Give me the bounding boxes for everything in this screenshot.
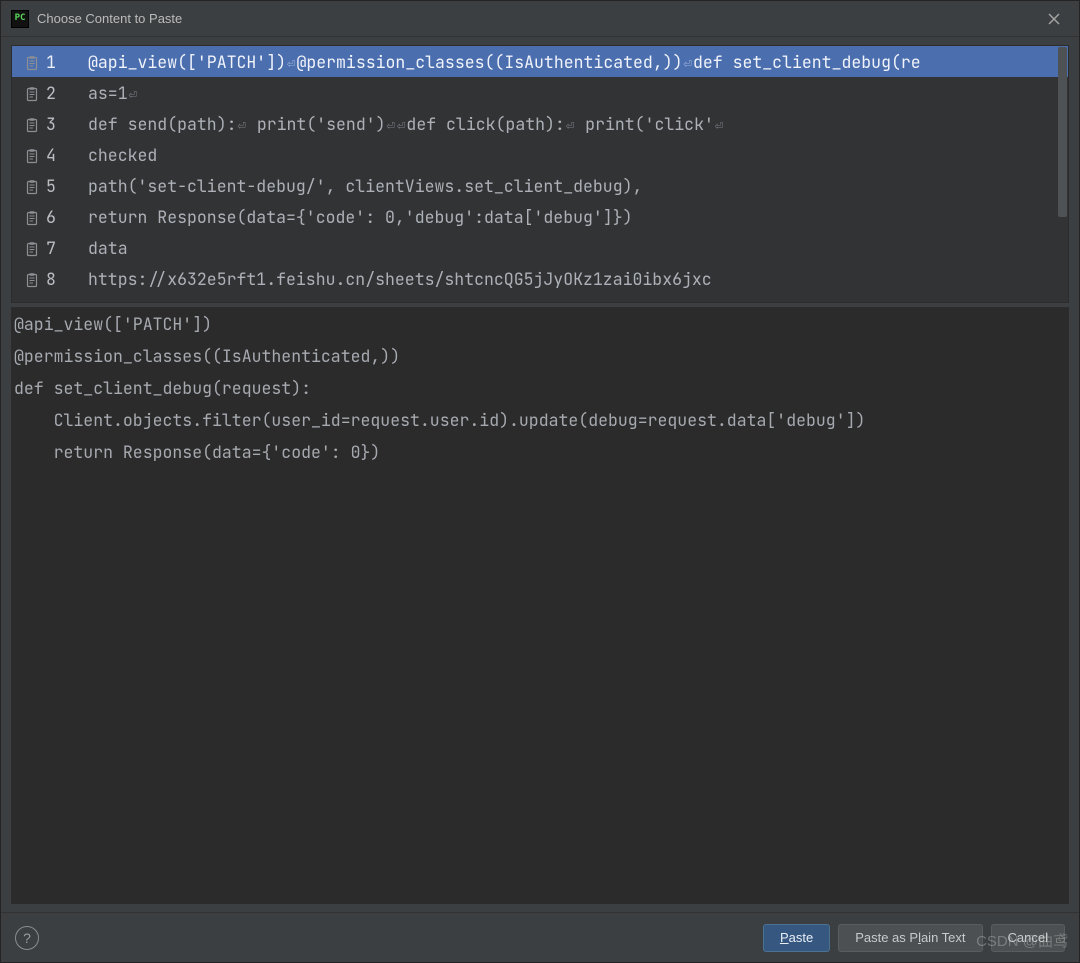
paste-button[interactable]: Paste (763, 924, 830, 952)
clipboard-icon (24, 209, 40, 225)
row-content: data (88, 237, 128, 259)
row-content: def send(path):⏎ print('send')⏎⏎def clic… (88, 113, 724, 135)
paste-history-dialog: PC Choose Content to Paste 1 @api_view(['… (0, 0, 1080, 963)
clipboard-icon (24, 178, 40, 194)
vertical-scrollbar[interactable] (1056, 46, 1068, 302)
history-row[interactable]: 3 def send(path):⏎ print('send')⏎⏎def cli… (12, 108, 1068, 139)
paste-mnemonic: P (780, 930, 789, 945)
newline-marker-icon: ⏎ (683, 55, 693, 73)
clipboard-icon (24, 54, 40, 70)
row-content: as=1⏎ (88, 82, 138, 104)
paste-plain-text-button[interactable]: Paste as Plain Text (838, 924, 982, 952)
preview-line: @permission_classes((IsAuthenticated,)) (12, 340, 1068, 372)
preview-pane: @api_view(['PATCH'])@permission_classes(… (11, 307, 1069, 904)
pycharm-app-icon: PC (11, 10, 29, 28)
history-row[interactable]: 8 https://x632e5rft1.feishu.cn/sheets/sht… (12, 263, 1068, 294)
newline-marker-icon: ⏎ (286, 55, 296, 73)
history-row[interactable]: 7 data (12, 232, 1068, 263)
window-title: Choose Content to Paste (37, 11, 1039, 26)
paste-post: aste (789, 930, 814, 945)
clipboard-icon (24, 147, 40, 163)
history-row[interactable]: 5 path('set-client-debug/', clientViews.s… (12, 170, 1068, 201)
content-area: 1@api_view(['PATCH'])⏎@permission_classe… (1, 37, 1079, 912)
cancel-button[interactable]: Cancel (991, 924, 1065, 952)
row-content: checked (88, 144, 157, 166)
titlebar: PC Choose Content to Paste (1, 1, 1079, 37)
history-row[interactable]: 2 as=1⏎ (12, 77, 1068, 108)
clipboard-history-list[interactable]: 1 @api_view(['PATCH'])⏎@permission_classe… (11, 45, 1069, 303)
row-number: 5 (46, 175, 72, 197)
help-button[interactable]: ? (15, 926, 39, 950)
newline-marker-icon: ⏎ (386, 117, 396, 135)
clipboard-icon (24, 240, 40, 256)
close-icon (1048, 13, 1060, 25)
history-row[interactable]: 1 @api_view(['PATCH'])⏎@permission_classe… (12, 46, 1068, 77)
newline-marker-icon: ⏎ (128, 86, 138, 104)
history-row[interactable]: 6 return Response(data={'code': 0,'debug'… (12, 201, 1068, 232)
preview-line: Client.objects.filter(user_id=request.us… (12, 404, 1068, 436)
close-button[interactable] (1039, 4, 1069, 34)
clipboard-icon (24, 271, 40, 287)
newline-marker-icon: ⏎ (714, 117, 724, 135)
preview-line: def set_client_debug(request): (12, 372, 1068, 404)
scrollbar-thumb[interactable] (1058, 47, 1067, 217)
button-bar: ? Paste Paste as Plain Text Cancel (1, 912, 1079, 962)
clipboard-icon (24, 116, 40, 132)
plain-post: ain Text (921, 930, 966, 945)
row-number: 1 (46, 51, 72, 73)
newline-marker-icon: ⏎ (237, 117, 247, 135)
row-number: 2 (46, 82, 72, 104)
row-number: 4 (46, 144, 72, 166)
row-number: 3 (46, 113, 72, 135)
history-scroller: 1 @api_view(['PATCH'])⏎@permission_classe… (12, 46, 1068, 302)
row-number: 7 (46, 237, 72, 259)
preview-line: @api_view(['PATCH']) (12, 308, 1068, 340)
preview-line: return Response(data={'code': 0}) (12, 436, 1068, 468)
row-number: 8 (46, 268, 72, 290)
row-number: 6 (46, 206, 72, 228)
row-content: @api_view(['PATCH'])⏎@permission_classes… (88, 51, 921, 73)
row-content: path('set-client-debug/', clientViews.se… (88, 175, 642, 197)
row-content: https://x632e5rft1.feishu.cn/sheets/shtc… (88, 268, 712, 290)
plain-pre: Paste as P (855, 930, 918, 945)
newline-marker-icon: ⏎ (396, 117, 406, 135)
history-row[interactable]: 4 checked (12, 139, 1068, 170)
row-content: return Response(data={'code': 0,'debug':… (88, 206, 633, 228)
newline-marker-icon: ⏎ (565, 117, 575, 135)
clipboard-icon (24, 85, 40, 101)
